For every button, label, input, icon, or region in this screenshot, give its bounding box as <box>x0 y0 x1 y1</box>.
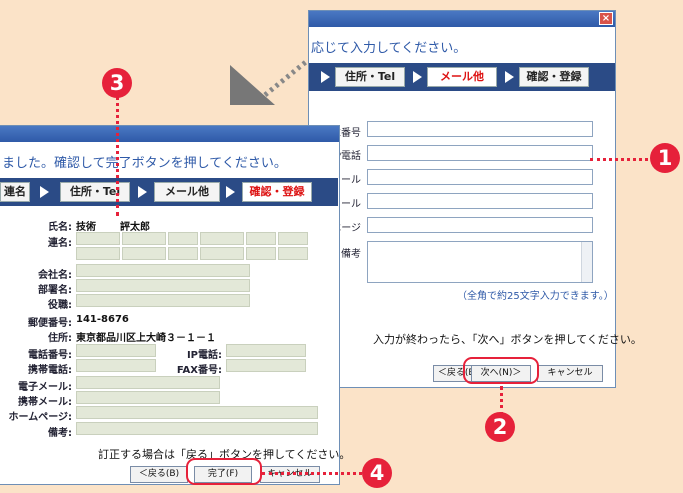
tel-field <box>76 344 156 357</box>
email-field <box>76 376 220 389</box>
renmei-field <box>200 247 244 260</box>
renmei-field <box>168 232 198 245</box>
step-confirm: 確認・登録 <box>519 67 589 87</box>
step-arrow-icon <box>505 71 514 83</box>
step-arrow-icon <box>321 71 330 83</box>
dept-field <box>76 279 250 292</box>
renmei-field <box>168 247 198 260</box>
zip-value: 141-8676 <box>76 314 129 325</box>
homepage-field <box>76 406 318 419</box>
tel-label: 電話番号: <box>28 350 72 361</box>
renmei-field <box>278 247 308 260</box>
title-field <box>76 294 250 307</box>
mobile-field <box>76 359 156 372</box>
title-label: 役職: <box>48 300 72 311</box>
fax-field <box>226 359 306 372</box>
renmei-field <box>200 232 244 245</box>
email-input[interactable] <box>367 169 593 185</box>
company-label: 会社名: <box>38 270 72 281</box>
renmei-field <box>246 247 276 260</box>
ip-field <box>226 344 306 357</box>
first-name-value: 評太郎 <box>120 222 150 233</box>
homepage-label: ホームページ: <box>8 412 73 423</box>
step-arrow-icon <box>226 186 235 198</box>
transition-arrow-icon <box>230 59 309 105</box>
email-step-window: × 応じて入力してください。 住所・Tel メール他 確認・登録 FAX番号 I… <box>302 10 642 388</box>
renmei-label: 連名: <box>48 238 72 249</box>
renmei-field <box>278 232 308 245</box>
renmei-field <box>122 232 166 245</box>
memo-label: 備考: <box>48 428 72 439</box>
callout-badge-1: 1 <box>650 143 680 173</box>
memo-field <box>76 422 318 435</box>
memo-note: （全角で約25文字入力できます。） <box>457 291 614 302</box>
ip-phone-input[interactable] <box>367 145 593 161</box>
step-bar: 連名 住所・Tel メール他 確認・登録 <box>0 178 338 206</box>
mobile-mail-label: 携帯メール: <box>18 397 72 408</box>
instruction-text: 応じて入力してください。 <box>311 41 467 56</box>
ip-label: IP電話: <box>186 350 222 361</box>
step-renmei: 連名 <box>0 182 30 202</box>
next-highlight-ring <box>463 357 539 384</box>
mobile-mail-input[interactable] <box>367 193 593 209</box>
last-name-value: 技術 <box>76 222 96 233</box>
next-hint: 入力が終わったら、「次へ」ボタンを押してください。 <box>373 333 642 346</box>
close-icon[interactable]: × <box>599 12 613 25</box>
renmei-field <box>246 232 276 245</box>
address-label: 住所: <box>48 333 72 344</box>
back-button[interactable]: ＜戻る(B) <box>130 466 188 483</box>
name-label: 氏名: <box>48 222 72 233</box>
step-arrow-icon <box>40 186 49 198</box>
callout-line-1 <box>590 158 654 161</box>
memo-textarea[interactable] <box>367 241 593 283</box>
mobile-label: 携帯電話: <box>28 365 72 376</box>
mobile-mail-field <box>76 391 220 404</box>
callout-line-3 <box>116 96 119 216</box>
address-value: 東京都品川区上大崎３－１－１ <box>76 333 216 344</box>
fax-input[interactable] <box>367 121 593 137</box>
cancel-button[interactable]: キャンセル <box>537 365 603 382</box>
callout-badge-3: 3 <box>102 68 132 98</box>
step-address: 住所・Tel <box>335 67 405 87</box>
confirm-step-window: ました。確認して完了ボタンを押してください。 連名 住所・Tel メール他 確認… <box>0 125 350 485</box>
memo-scrollbar[interactable] <box>581 242 592 282</box>
callout-badge-4: 4 <box>362 458 392 488</box>
renmei-field <box>76 247 120 260</box>
company-field <box>76 264 250 277</box>
finish-highlight-ring <box>186 458 262 485</box>
step-address: 住所・Tel <box>60 182 130 202</box>
zip-label: 郵便番号: <box>28 318 72 329</box>
renmei-field <box>76 232 120 245</box>
window-titlebar <box>0 126 339 142</box>
step-bar: 住所・Tel メール他 確認・登録 <box>309 63 615 91</box>
renmei-field <box>122 247 166 260</box>
window-titlebar: × <box>309 11 615 27</box>
step-confirm: 確認・登録 <box>242 182 312 202</box>
step-email: メール他 <box>427 67 497 87</box>
dept-label: 部署名: <box>38 285 72 296</box>
step-arrow-icon <box>413 71 422 83</box>
callout-line-4 <box>262 472 362 475</box>
fax-label: FAX番号: <box>176 365 222 376</box>
email-label: 電子メール: <box>18 382 72 393</box>
instruction-text: ました。確認して完了ボタンを押してください。 <box>2 156 287 171</box>
callout-badge-2: 2 <box>485 412 515 442</box>
step-arrow-icon <box>138 186 147 198</box>
step-email: メール他 <box>154 182 220 202</box>
homepage-input[interactable] <box>367 217 593 233</box>
